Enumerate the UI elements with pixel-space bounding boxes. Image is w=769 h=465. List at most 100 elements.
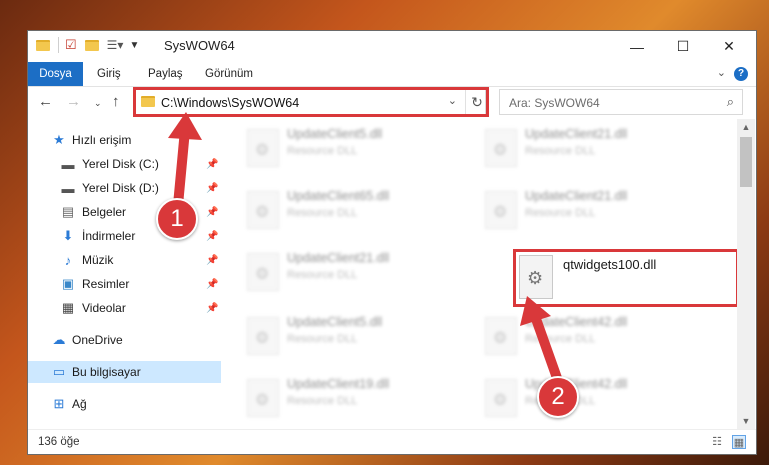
dll-file-icon	[485, 191, 517, 229]
status-bar: 136 öğe ☷ ▦	[28, 429, 756, 454]
cloud-icon: ☁	[52, 332, 66, 347]
folder-icon	[36, 39, 50, 51]
back-arrow-icon[interactable]: ←	[38, 93, 53, 110]
file-description: Resource DLL	[287, 269, 358, 281]
pin-icon[interactable]: 📌	[206, 207, 218, 218]
drive-icon: ▬	[61, 156, 75, 172]
help-icon[interactable]: ?	[734, 67, 748, 81]
list-item[interactable]: UpdateClient65.dll Resource DLL	[241, 185, 441, 235]
expand-ribbon-icon[interactable]: ⌄	[717, 66, 726, 79]
sidebar-item-label: Bu bilgisayar	[72, 365, 141, 379]
file-name: qtwidgets100.dll	[563, 257, 657, 272]
pin-icon[interactable]: 📌	[206, 183, 218, 194]
scroll-down-icon[interactable]: ▼	[737, 413, 755, 429]
sidebar-item-videos[interactable]: ▦ Videolar 📌	[28, 297, 221, 319]
sidebar-item-network[interactable]: ⊞ Ağ	[28, 393, 221, 415]
file-name: UpdateClient65.dll	[287, 189, 390, 203]
sidebar-item-onedrive[interactable]: ☁ OneDrive	[28, 329, 221, 351]
file-description: Resource DLL	[287, 145, 358, 157]
sidebar-item-label: Hızlı erişim	[72, 133, 132, 147]
dll-file-icon	[485, 317, 517, 355]
new-folder-icon[interactable]	[84, 39, 99, 51]
sidebar-item-label: OneDrive	[72, 333, 123, 347]
quick-access-toolbar: ☑ ☰▾ ▼	[36, 37, 139, 53]
target-file-item[interactable]: qtwidgets100.dll	[513, 249, 737, 307]
forward-arrow-icon[interactable]: →	[66, 93, 81, 110]
sidebar-item-label: Belgeler	[82, 205, 127, 219]
sidebar-item-local-disk-c[interactable]: ▬ Yerel Disk (C:) 📌	[28, 153, 221, 175]
step-badge-2: 2	[537, 376, 579, 418]
star-icon: ★	[53, 132, 65, 147]
tab-file[interactable]: Dosya	[28, 62, 83, 86]
file-description: Resource DLL	[287, 333, 358, 345]
minimize-button[interactable]: —	[614, 31, 660, 62]
list-item[interactable]: UpdateClient5.dll Resource DLL	[241, 123, 441, 173]
tab-view[interactable]: Görünüm	[205, 62, 253, 86]
file-name: UpdateClient21.dll	[525, 189, 628, 203]
tab-home[interactable]: Giriş	[97, 62, 121, 86]
list-item[interactable]: UpdateClient5.dll Resource DLL	[241, 311, 441, 361]
navigation-pane: ★ Hızlı erişim ▬ Yerel Disk (C:) 📌 ▬ Yer…	[28, 119, 221, 429]
tab-share[interactable]: Paylaş	[148, 62, 183, 86]
file-name: UpdateClient19.dll	[287, 377, 390, 391]
search-icon[interactable]: ⌕	[727, 94, 734, 110]
search-input[interactable]: Ara: SysWOW64 ⌕	[499, 89, 743, 115]
customize-icon[interactable]: ☰▾	[107, 38, 124, 52]
computer-icon: ▭	[52, 364, 66, 379]
pin-icon[interactable]: 📌	[206, 279, 218, 290]
file-list: UpdateClient5.dll Resource DLL UpdateCli…	[241, 119, 737, 429]
pin-icon[interactable]: 📌	[206, 255, 218, 266]
maximize-button[interactable]: ☐	[660, 31, 706, 62]
search-placeholder: Ara: SysWOW64	[509, 96, 600, 110]
download-icon: ⬇	[62, 228, 74, 243]
list-item[interactable]: UpdateClient42.dll Resource DLL	[479, 311, 679, 361]
file-description: Resource DLL	[287, 395, 358, 407]
music-icon: ♪	[64, 252, 72, 268]
recent-locations-icon[interactable]: ⌄	[94, 98, 102, 109]
large-icons-view-icon[interactable]: ▦	[732, 435, 746, 449]
sidebar-item-label: İndirmeler	[82, 229, 136, 243]
sidebar-item-quick-access[interactable]: ★ Hızlı erişim	[28, 129, 221, 151]
list-item[interactable]: UpdateClient21.dll Resource DLL	[479, 123, 679, 173]
sidebar-item-this-pc[interactable]: ▭ Bu bilgisayar	[28, 361, 221, 383]
file-name: UpdateClient42.dll	[525, 315, 628, 329]
sidebar-item-label: Yerel Disk (C:)	[82, 157, 159, 171]
sidebar-item-label: Ağ	[72, 397, 87, 411]
dll-file-icon	[485, 379, 517, 417]
sidebar-item-music[interactable]: ♪ Müzik 📌	[28, 249, 221, 271]
sidebar-item-local-disk-d[interactable]: ▬ Yerel Disk (D:) 📌	[28, 177, 221, 199]
up-arrow-icon[interactable]: ↑	[112, 93, 120, 110]
properties-icon[interactable]: ☑	[65, 37, 77, 53]
pin-icon[interactable]: 📌	[206, 159, 218, 170]
item-count: 136 öğe	[38, 436, 80, 448]
list-item[interactable]: UpdateClient21.dll Resource DLL	[241, 247, 441, 297]
dll-file-icon	[519, 255, 553, 299]
dll-file-icon	[247, 129, 279, 167]
pin-icon[interactable]: 📌	[206, 231, 218, 242]
dll-file-icon	[247, 317, 279, 355]
pin-icon[interactable]: 📌	[206, 303, 218, 314]
file-description: Resource DLL	[525, 333, 596, 345]
toolbar-divider	[58, 37, 59, 53]
close-button[interactable]: ✕	[706, 31, 752, 62]
file-name: UpdateClient21.dll	[525, 127, 628, 141]
list-item[interactable]: UpdateClient21.dll Resource DLL	[479, 185, 679, 235]
chevron-down-icon[interactable]: ▼	[129, 40, 139, 51]
window-title: SysWOW64	[164, 38, 235, 53]
navigation-bar: ← → ⌄ ↑ C:\Windows\SysWOW64 ⌄ ↻ Ara: Sys…	[28, 87, 756, 119]
title-bar: ☑ ☰▾ ▼ SysWOW64 — ☐ ✕	[28, 31, 756, 62]
video-icon: ▦	[61, 300, 75, 315]
address-highlight-box	[133, 87, 489, 117]
dll-file-icon	[247, 379, 279, 417]
details-view-icon[interactable]: ☷	[710, 435, 724, 449]
file-description: Resource DLL	[287, 207, 358, 219]
sidebar-item-pictures[interactable]: ▣ Resimler 📌	[28, 273, 221, 295]
file-name: UpdateClient5.dll	[287, 127, 383, 141]
vertical-scrollbar[interactable]: ▲ ▼	[737, 119, 755, 429]
list-item[interactable]: UpdateClient42.dll Resource DLL	[479, 373, 679, 423]
pictures-icon: ▣	[61, 276, 75, 291]
scroll-thumb[interactable]	[740, 137, 752, 187]
dll-file-icon	[485, 129, 517, 167]
list-item[interactable]: UpdateClient19.dll Resource DLL	[241, 373, 441, 423]
scroll-up-icon[interactable]: ▲	[737, 119, 755, 135]
